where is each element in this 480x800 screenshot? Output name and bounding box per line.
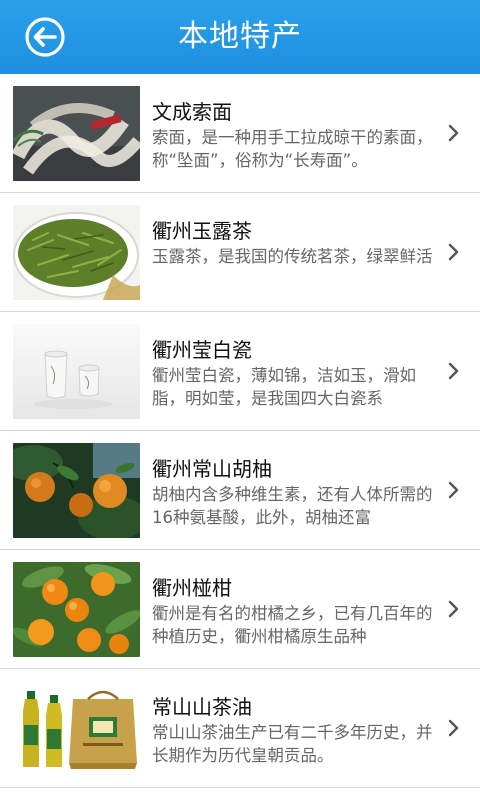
list-item-wencheng-noodles[interactable]: 文成索面 索面，是一种用手工拉成晾干的素面，称“坠面”，俗称为“长寿面”。 bbox=[0, 74, 480, 193]
item-description: 衢州莹白瓷，薄如锦，洁如玉，滑如脂，明如莹，是我国四大白瓷系 bbox=[152, 366, 416, 408]
item-title: 衢州椪柑 bbox=[152, 576, 232, 600]
chevron-right-icon bbox=[448, 362, 459, 380]
list-item-yulu-tea[interactable]: 衢州玉露茶 玉露茶，是我国的传统茗茶，绿翠鲜活 bbox=[0, 193, 480, 312]
item-title: 衢州莹白瓷 bbox=[152, 338, 252, 362]
list-item-white-porcelain[interactable]: 衢州莹白瓷 衢州莹白瓷，薄如锦，洁如玉，滑如脂，明如莹，是我国四大白瓷系 bbox=[0, 312, 480, 431]
app-header: 本地特产 bbox=[0, 0, 480, 74]
item-description: 玉露茶，是我国的传统茗茶，绿翠鲜活 bbox=[152, 247, 433, 266]
camellia-oil-photo bbox=[13, 681, 140, 776]
chevron-right-icon bbox=[448, 481, 459, 499]
item-description: 索面，是一种用手工拉成晾干的素面，称“坠面”，俗称为“长寿面”。 bbox=[152, 128, 433, 170]
chevron-right-icon bbox=[448, 124, 459, 142]
item-title: 衢州玉露茶 bbox=[152, 219, 252, 243]
chevron-right-icon bbox=[448, 719, 459, 737]
chevron-right-icon bbox=[448, 243, 459, 261]
ponkan-tangerine-photo bbox=[13, 562, 140, 657]
list-item-changshan-huyou[interactable]: 衢州常山胡柚 胡柚内含多种维生素，还有人体所需的16种氨基酸，此外，胡柚还富 bbox=[0, 431, 480, 550]
green-tea-photo bbox=[13, 205, 140, 300]
item-description: 衢州是有名的柑橘之乡，已有几百年的种植历史，衢州柑橘原生品种 bbox=[152, 604, 433, 646]
list-item-ponkan[interactable]: 衢州椪柑 衢州是有名的柑橘之乡，已有几百年的种植历史，衢州柑橘原生品种 bbox=[0, 550, 480, 669]
item-title: 文成索面 bbox=[152, 100, 232, 124]
item-description: 常山山茶油生产已有二千多年历史，并长期作为历代皇朝贡品。 bbox=[152, 723, 433, 765]
item-title: 常山山茶油 bbox=[152, 695, 252, 719]
chevron-right-icon bbox=[448, 600, 459, 618]
page-title: 本地特产 bbox=[178, 19, 302, 54]
item-description: 胡柚内含多种维生素，还有人体所需的16种氨基酸，此外，胡柚还富 bbox=[152, 485, 433, 527]
list-item-camellia-oil[interactable]: 常山山茶油 常山山茶油生产已有二千多年历史，并长期作为历代皇朝贡品。 bbox=[0, 669, 480, 788]
item-title: 衢州常山胡柚 bbox=[152, 457, 272, 481]
noodles-photo bbox=[13, 86, 140, 181]
white-porcelain-photo bbox=[13, 324, 140, 419]
specialty-list: 文成索面 索面，是一种用手工拉成晾干的素面，称“坠面”，俗称为“长寿面”。 衢州… bbox=[0, 74, 480, 788]
huyou-fruit-photo bbox=[13, 443, 140, 538]
